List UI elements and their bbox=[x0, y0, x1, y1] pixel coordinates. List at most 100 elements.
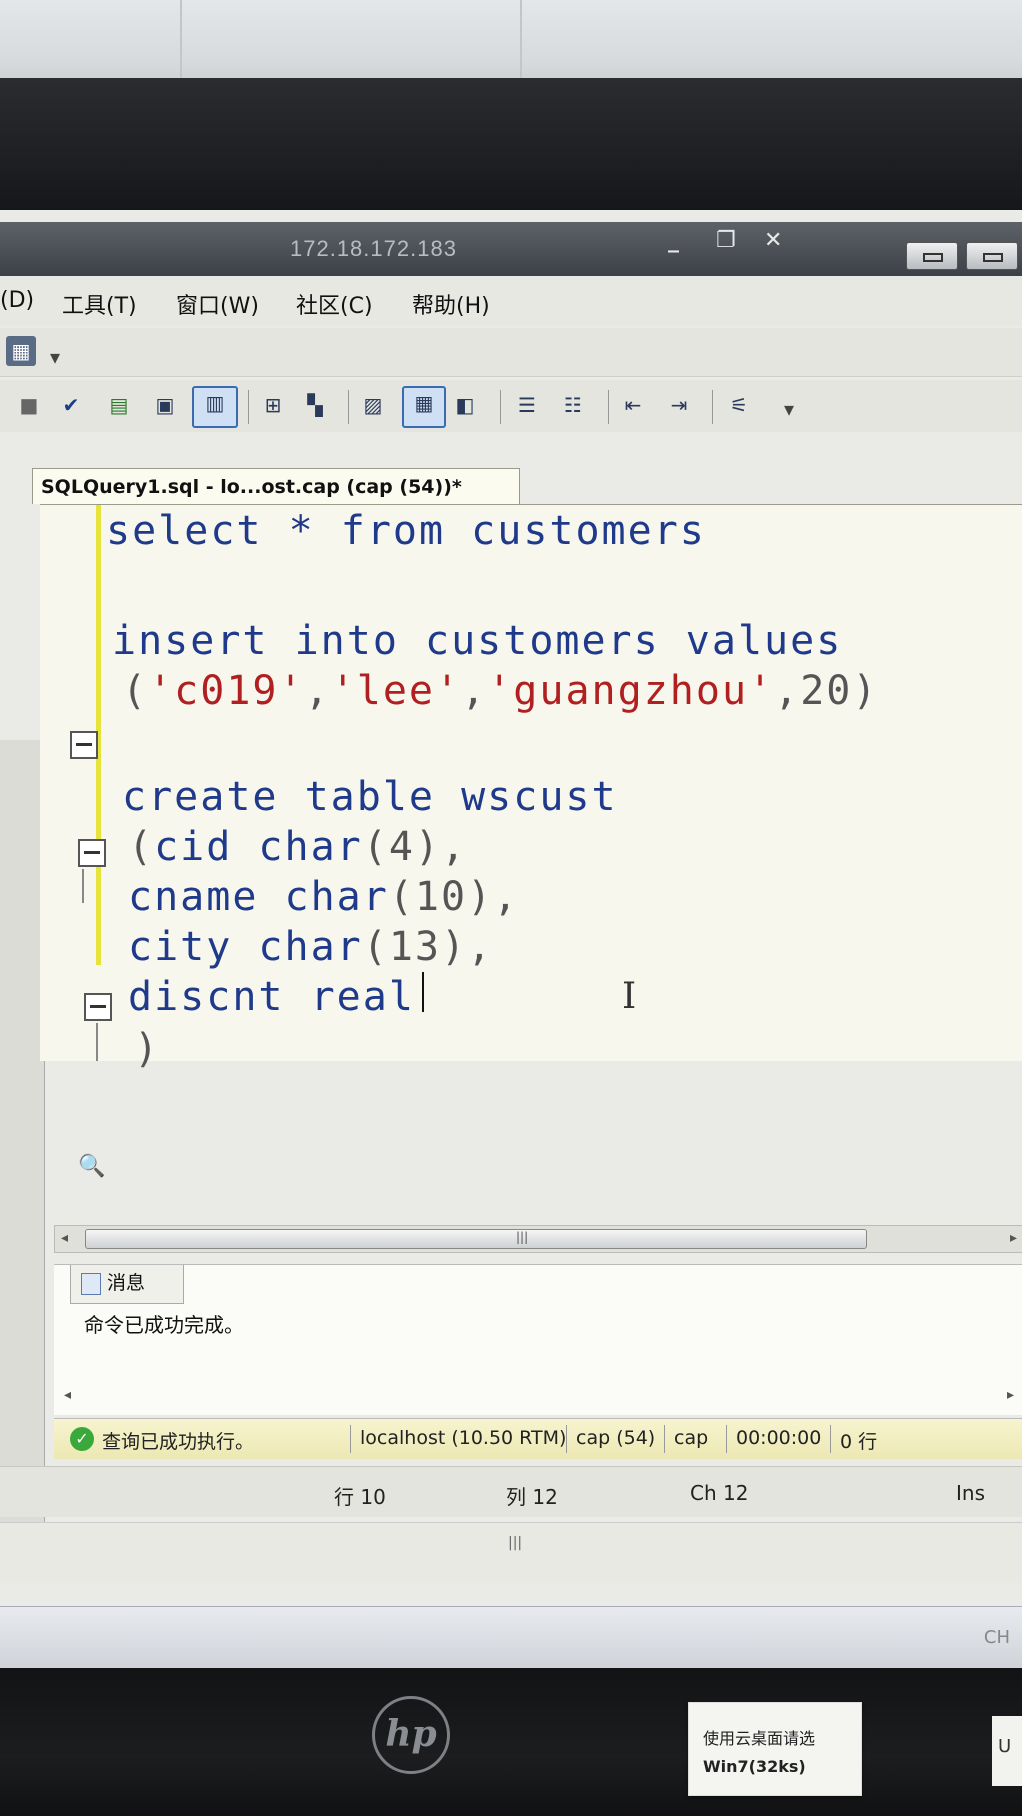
messages-tab-label: 消息 bbox=[107, 1272, 146, 1294]
scrollbar-grip-icon: ||| bbox=[516, 1230, 529, 1244]
code-line: insert into customers values bbox=[112, 618, 842, 664]
code-token: cid char bbox=[154, 824, 363, 870]
scroll-right-icon[interactable]: ▸ bbox=[1010, 1230, 1017, 1246]
ime-icon[interactable]: CH bbox=[984, 1627, 1010, 1648]
query-status-bar: ✓ 查询已成功执行。 localhost (10.50 RTM) cap (54… bbox=[54, 1418, 1022, 1459]
code-token: city char bbox=[128, 924, 363, 970]
menu-community[interactable]: 社区(C) bbox=[296, 288, 373, 320]
code-line: (cid char(4), bbox=[128, 824, 467, 870]
menu-tools[interactable]: 工具(T) bbox=[62, 288, 137, 320]
screen: 172.18.172.183 _ ❐ ✕ (D) 工具(T) 窗口(W) 社区(… bbox=[0, 210, 1022, 1668]
success-check-icon: ✓ bbox=[70, 1427, 94, 1451]
toolbar-overflow-icon[interactable]: ▾ bbox=[780, 394, 798, 424]
lower-scroll-strip: ||| bbox=[0, 1522, 1022, 1583]
results-to-grid-icon[interactable]: ▥ bbox=[192, 386, 238, 428]
app-maximize-button[interactable] bbox=[966, 242, 1018, 270]
stop-icon[interactable]: ■ bbox=[14, 390, 44, 420]
messages-icon bbox=[81, 1272, 101, 1295]
display-plan-icon[interactable]: ⊞ bbox=[258, 390, 288, 420]
status-database: cap bbox=[674, 1427, 709, 1449]
ceiling-seam bbox=[520, 0, 522, 90]
secondary-sticker: U bbox=[992, 1716, 1022, 1786]
scroll-left-icon[interactable]: ◂ bbox=[61, 1230, 68, 1246]
toolbar-separator bbox=[248, 390, 249, 424]
zoom-icon[interactable]: 🔍 bbox=[78, 1154, 105, 1179]
insert-mode-indicator: Ins bbox=[956, 1481, 985, 1505]
fold-toggle-icon[interactable] bbox=[84, 993, 112, 1021]
code-line: ('c019','lee','guangzhou',20) bbox=[122, 668, 878, 714]
status-separator bbox=[726, 1425, 727, 1453]
client-stats-icon[interactable]: ◧ bbox=[450, 390, 480, 420]
code-token: 'guangzhou' bbox=[487, 668, 775, 714]
comment-icon[interactable]: ☰ bbox=[512, 390, 542, 420]
scrollbar-thumb[interactable]: ||| bbox=[85, 1229, 867, 1249]
toolbar-separator bbox=[348, 390, 349, 424]
status-message: 查询已成功执行。 bbox=[102, 1431, 255, 1453]
restore-icon[interactable]: ❐ bbox=[716, 228, 736, 253]
sticker-line1: 使用云桌面请选 bbox=[703, 1729, 816, 1748]
increase-indent-icon[interactable]: ⇥ bbox=[664, 390, 694, 420]
horizontal-scrollbar[interactable]: ◂ ||| ▸ bbox=[54, 1225, 1022, 1253]
code-token: , bbox=[304, 668, 331, 714]
remote-host-label: 172.18.172.183 bbox=[290, 236, 457, 261]
menu-window[interactable]: 窗口(W) bbox=[176, 288, 259, 320]
close-icon[interactable]: ✕ bbox=[764, 228, 782, 253]
code-token: 'lee' bbox=[330, 668, 462, 714]
fold-toggle-icon[interactable] bbox=[78, 839, 106, 867]
monitor-bezel-bottom bbox=[0, 1668, 1022, 1816]
results-to-text-icon[interactable]: ▣ bbox=[150, 390, 180, 420]
toolbar-separator bbox=[608, 390, 609, 424]
menu-debug[interactable]: (D) bbox=[0, 288, 34, 313]
fold-toggle-icon[interactable] bbox=[70, 731, 98, 759]
toolbar-standard: ▦ ▾ bbox=[0, 328, 1022, 377]
scroll-left-icon[interactable]: ◂ bbox=[64, 1387, 71, 1403]
toolbar-separator bbox=[712, 390, 713, 424]
code-token: create table wscust bbox=[122, 774, 618, 820]
line-indicator: 行 10 bbox=[334, 1485, 386, 1509]
code-token: insert into customers values bbox=[112, 618, 843, 664]
taskbar: CH bbox=[0, 1606, 1022, 1668]
messages-output: 命令已成功完成。 bbox=[84, 1313, 244, 1337]
splitter-grip-icon[interactable]: ||| bbox=[508, 1535, 522, 1551]
menu-bar: (D) 工具(T) 窗口(W) 社区(C) 帮助(H) bbox=[0, 276, 1022, 326]
monitor-bezel-top bbox=[0, 78, 1022, 210]
minimize-icon[interactable]: _ bbox=[668, 228, 679, 253]
code-token: cname char bbox=[128, 874, 389, 920]
status-elapsed: 00:00:00 bbox=[736, 1427, 822, 1449]
code-token: 'c019' bbox=[148, 668, 305, 714]
column-indicator: 列 12 bbox=[506, 1485, 558, 1509]
code-token: (4), bbox=[362, 824, 468, 870]
include-plan-icon[interactable]: ▨ bbox=[358, 390, 388, 420]
desktop-notice-sticker: 使用云桌面请选 Win7(32ks) bbox=[688, 1702, 862, 1796]
status-rows: 0 行 bbox=[840, 1431, 878, 1453]
code-line: ) bbox=[134, 1026, 160, 1072]
code-token: ) bbox=[134, 1026, 161, 1072]
code-token: (10), bbox=[388, 874, 520, 920]
code-line: cname char(10), bbox=[128, 874, 519, 920]
fold-guide bbox=[96, 1023, 98, 1061]
specify-values-icon[interactable]: ⚟ bbox=[724, 390, 754, 420]
object-explorer-icon[interactable]: ▦ bbox=[6, 336, 36, 366]
menu-help[interactable]: 帮助(H) bbox=[412, 288, 490, 320]
uncomment-icon[interactable]: ☷ bbox=[558, 390, 588, 420]
app-minimize-button[interactable] bbox=[906, 242, 958, 270]
scroll-right-icon[interactable]: ▸ bbox=[1007, 1387, 1014, 1403]
status-separator bbox=[350, 1425, 351, 1453]
include-stats-icon[interactable]: ▦ bbox=[402, 386, 446, 428]
code-token: select * from customers bbox=[106, 508, 706, 554]
parse-check-icon[interactable]: ✔ bbox=[56, 390, 86, 420]
tab-sqlquery1[interactable]: SQLQuery1.sql - lo...ost.cap (cap (54))* bbox=[32, 468, 520, 504]
code-token: ( bbox=[122, 668, 149, 714]
toolbar-overflow-icon[interactable]: ▾ bbox=[46, 342, 64, 372]
query-options-icon[interactable]: ▚ bbox=[300, 390, 330, 420]
code-token: discnt real bbox=[128, 974, 415, 1020]
sticker2-text: U bbox=[998, 1736, 1012, 1757]
hp-logo-icon: hp bbox=[372, 1696, 450, 1774]
tab-messages[interactable]: 消息 bbox=[70, 1265, 184, 1304]
code-line: select * from customers bbox=[106, 508, 706, 554]
code-token: , bbox=[461, 668, 488, 714]
decrease-indent-icon[interactable]: ⇤ bbox=[618, 390, 648, 420]
debug-icon[interactable]: ▤ bbox=[104, 390, 134, 420]
code-token: (13), bbox=[362, 924, 494, 970]
status-login: cap (54) bbox=[576, 1427, 656, 1449]
